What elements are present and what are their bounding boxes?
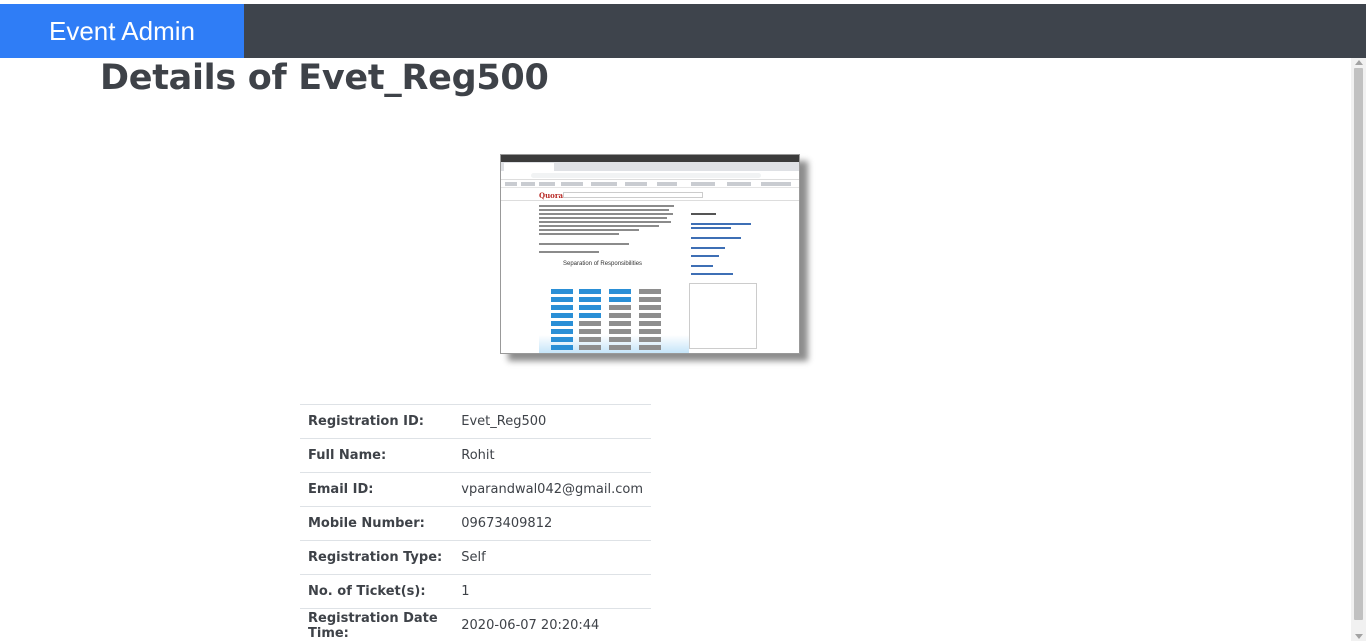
row-value: Rohit bbox=[453, 438, 651, 473]
table-row: No. of Ticket(s): 1 bbox=[300, 574, 651, 609]
image-bookmarks bbox=[501, 180, 799, 188]
row-value: 09673409812 bbox=[453, 506, 651, 541]
registration-details-table: Registration ID: Evet_Reg500 Full Name: … bbox=[300, 404, 651, 643]
row-value: 2020-06-07 20:20:44 bbox=[453, 608, 651, 643]
image-tab-strip bbox=[501, 162, 799, 171]
image-quora-header: Quora bbox=[501, 189, 799, 201]
page-title: Details of Evet_Reg500 bbox=[100, 58, 549, 98]
scroll-up-arrow-icon[interactable] bbox=[1355, 60, 1363, 65]
image-diagram-heading: Separation of Responsibilities bbox=[563, 261, 643, 267]
row-label: No. of Ticket(s): bbox=[300, 574, 454, 609]
row-label: Registration ID: bbox=[300, 404, 454, 439]
row-value: Self bbox=[453, 540, 651, 575]
table-row: Full Name: Rohit bbox=[300, 438, 651, 473]
scroll-thumb[interactable] bbox=[1354, 68, 1363, 620]
scroll-down-arrow-icon[interactable] bbox=[1355, 634, 1363, 639]
image-window-titlebar bbox=[501, 155, 799, 162]
page-scrollbar[interactable] bbox=[1351, 58, 1366, 641]
image-quora-logo: Quora bbox=[539, 191, 564, 200]
table-row: Registration Type: Self bbox=[300, 540, 651, 575]
table-row: Registration Date Time: 2020-06-07 20:20… bbox=[300, 608, 651, 643]
row-value: vparandwal042@gmail.com bbox=[453, 472, 651, 507]
row-label: Registration Date Time: bbox=[300, 608, 454, 643]
row-value: Evet_Reg500 bbox=[453, 404, 651, 439]
table-row: Email ID: vparandwal042@gmail.com bbox=[300, 472, 651, 507]
row-label: Registration Type: bbox=[300, 540, 454, 575]
table-row: Registration ID: Evet_Reg500 bbox=[300, 404, 651, 439]
image-address-bar bbox=[501, 171, 799, 180]
table-row: Mobile Number: 09673409812 bbox=[300, 506, 651, 541]
brand-link[interactable]: Event Admin bbox=[0, 4, 244, 58]
registration-image: Quora Separation of Responsibilities bbox=[500, 154, 800, 354]
row-label: Mobile Number: bbox=[300, 506, 454, 541]
image-ask-box bbox=[689, 283, 757, 349]
navbar: Event Admin bbox=[0, 4, 1366, 58]
row-label: Full Name: bbox=[300, 438, 454, 473]
row-value: 1 bbox=[453, 574, 651, 609]
row-label: Email ID: bbox=[300, 472, 454, 507]
